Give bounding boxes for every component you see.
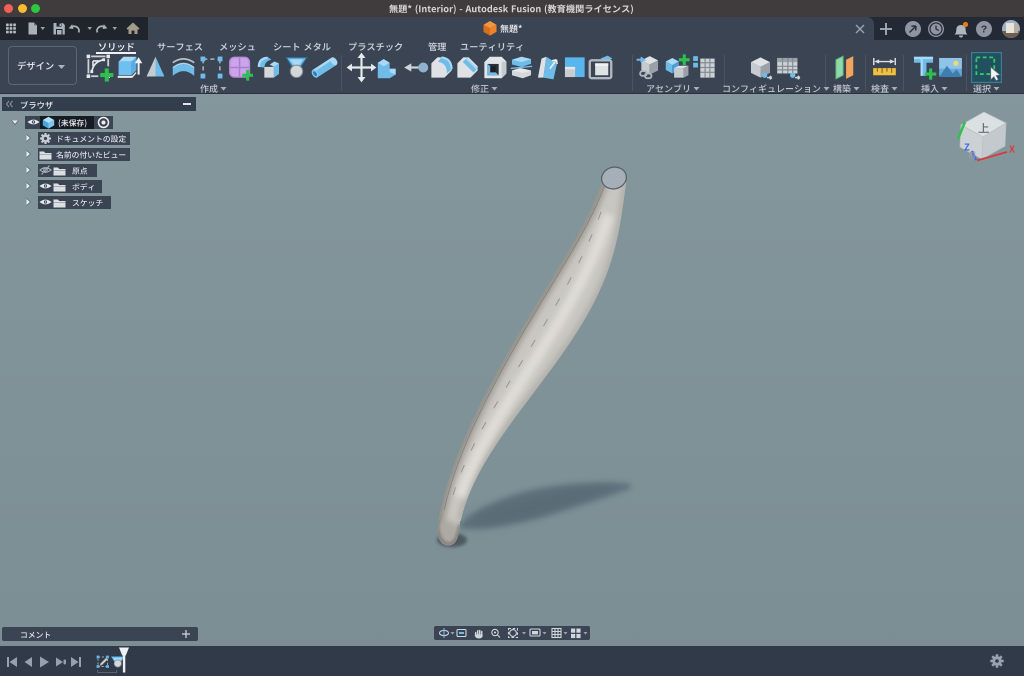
svg-text:?: ?	[981, 24, 987, 36]
